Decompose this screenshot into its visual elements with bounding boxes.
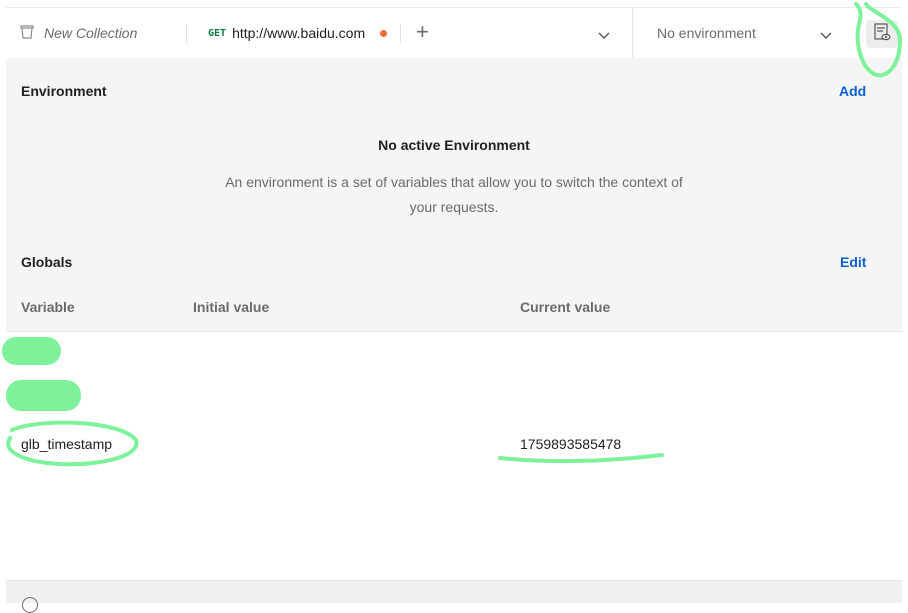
- annotation-blob-row-1: [2, 337, 61, 365]
- annotation-circle-timestamp: [6, 420, 139, 467]
- annotation-blob-row-2: [6, 380, 81, 411]
- annotation-overlay: [2, 2, 903, 467]
- annotation-underline-value: [498, 453, 664, 463]
- annotation-circle-quicklook: [854, 2, 903, 78]
